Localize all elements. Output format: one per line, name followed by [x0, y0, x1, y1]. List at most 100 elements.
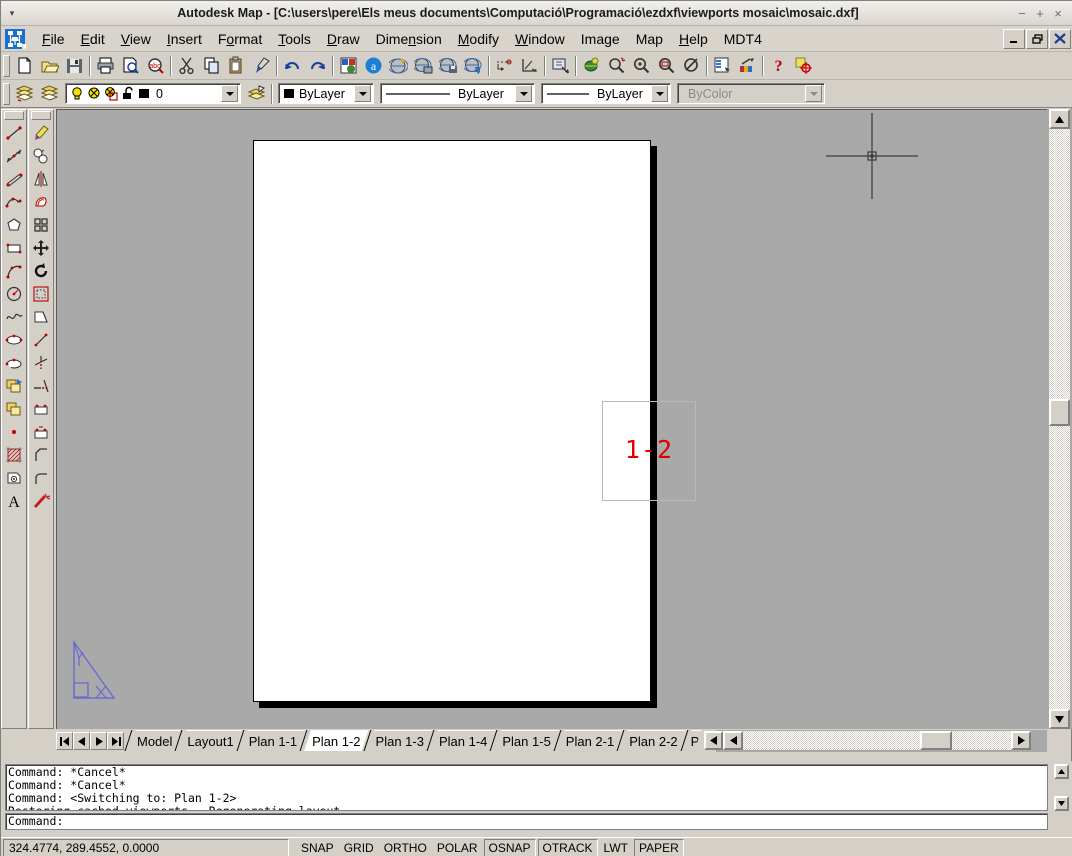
zoom-scale-icon[interactable]: [679, 53, 704, 78]
command-scroll-up-icon[interactable]: [1054, 764, 1069, 779]
circle-icon[interactable]: [3, 282, 26, 305]
mdi-close-button[interactable]: [1049, 28, 1071, 49]
status-toggle-otrack[interactable]: OTRACK: [537, 838, 598, 856]
match-properties-icon[interactable]: [249, 53, 274, 78]
multiline-text-icon[interactable]: A: [3, 489, 26, 512]
menu-item-edit[interactable]: Edit: [73, 29, 113, 49]
tab-plan-1-4[interactable]: Plan 1-4: [431, 730, 495, 751]
tab-plan-1-1[interactable]: Plan 1-1: [241, 730, 305, 751]
insert-block-icon[interactable]: [3, 374, 26, 397]
layer-combo-dropdown-button[interactable]: [221, 85, 238, 102]
modify-toolbar-grip[interactable]: [31, 111, 51, 120]
freeze-viewport-icon[interactable]: [104, 86, 118, 101]
menu-item-insert[interactable]: Insert: [159, 29, 210, 49]
tab-plan-2-2[interactable]: Plan 2-2: [621, 730, 685, 751]
menu-item-file[interactable]: File: [34, 29, 73, 49]
break-icon[interactable]: [30, 420, 53, 443]
arc-icon[interactable]: [3, 259, 26, 282]
menu-item-tools[interactable]: Tools: [270, 29, 319, 49]
erase-icon[interactable]: [30, 121, 53, 144]
render-icon[interactable]: [735, 53, 760, 78]
rotate-icon[interactable]: [30, 259, 53, 282]
window-menu-arrow-icon[interactable]: ▾: [1, 1, 23, 26]
last-layout-icon[interactable]: [107, 732, 124, 750]
application-logo-icon[interactable]: [4, 28, 28, 50]
spline-icon[interactable]: [3, 305, 26, 328]
unlock-icon[interactable]: [121, 86, 135, 101]
construction-line-icon[interactable]: [3, 144, 26, 167]
vertical-scroll-thumb[interactable]: [1049, 399, 1070, 426]
point-icon[interactable]: [3, 420, 26, 443]
tab-plan-2-1[interactable]: Plan 2-1: [558, 730, 622, 751]
paste-icon[interactable]: [224, 53, 249, 78]
window-maximize-button[interactable]: +: [1031, 6, 1049, 21]
explode-icon[interactable]: [30, 489, 53, 512]
fillet-icon[interactable]: [30, 466, 53, 489]
canvas-horizontal-scrollbar[interactable]: [715, 730, 1047, 752]
status-toggle-polar[interactable]: POLAR: [433, 839, 482, 856]
plotstyle-control-combo[interactable]: ByColor: [677, 83, 825, 104]
toolbar-grip[interactable]: [3, 82, 10, 105]
zoom-window-icon[interactable]: [629, 53, 654, 78]
layer-previous-icon[interactable]: [37, 81, 62, 106]
lightbulb-on-icon[interactable]: [70, 86, 84, 101]
scale-icon[interactable]: [30, 282, 53, 305]
command-history-vertical-scrollbar[interactable]: [1054, 764, 1069, 811]
cut-icon[interactable]: [174, 53, 199, 78]
break-at-point-icon[interactable]: [30, 397, 53, 420]
tab-plan-1-5[interactable]: Plan 1-5: [494, 730, 558, 751]
menu-item-map[interactable]: Map: [628, 29, 671, 49]
horizontal-scroll-thumb[interactable]: [920, 731, 952, 750]
tab-scroll-left-button[interactable]: [704, 731, 724, 750]
print-icon[interactable]: [93, 53, 118, 78]
distance-icon[interactable]: [492, 53, 517, 78]
region-icon[interactable]: [3, 466, 26, 489]
web-publish-icon[interactable]: [411, 53, 436, 78]
status-toggle-grid[interactable]: GRID: [340, 839, 378, 856]
trim-icon[interactable]: [30, 351, 53, 374]
web-hyperlink-icon[interactable]: [461, 53, 486, 78]
color-swatch-icon[interactable]: [138, 87, 151, 100]
menu-item-dimension[interactable]: Dimension: [368, 29, 450, 49]
menu-item-window[interactable]: Window: [507, 29, 573, 49]
status-toggle-paper[interactable]: PAPER: [633, 838, 684, 856]
extend-icon[interactable]: [30, 374, 53, 397]
toolbar-grip[interactable]: [3, 54, 10, 77]
linetype-combo-dropdown-button[interactable]: [515, 85, 532, 102]
find-replace-icon[interactable]: abc: [143, 53, 168, 78]
tab-model[interactable]: Model: [129, 730, 180, 751]
menu-item-help[interactable]: Help: [671, 29, 716, 49]
draw-toolbar-grip[interactable]: [4, 111, 24, 120]
lineweight-control-combo[interactable]: ByLayer: [541, 83, 671, 104]
tab-layout1[interactable]: Layout1: [179, 730, 241, 751]
web-browse-icon[interactable]: [386, 53, 411, 78]
layer-control-combo[interactable]: 0: [65, 83, 241, 104]
make-objects-layer-current-icon[interactable]: [244, 81, 269, 106]
line-icon[interactable]: [3, 121, 26, 144]
web-save-icon[interactable]: [436, 53, 461, 78]
status-toggle-snap[interactable]: SNAP: [297, 839, 338, 856]
polyline-icon[interactable]: [3, 190, 26, 213]
menu-item-draw[interactable]: Draw: [319, 29, 368, 49]
window-minimize-button[interactable]: −: [1013, 6, 1031, 21]
stretch-icon[interactable]: [30, 305, 53, 328]
array-icon[interactable]: [30, 213, 53, 236]
scroll-down-icon[interactable]: [1049, 709, 1070, 729]
zoom-realtime-icon[interactable]: [604, 53, 629, 78]
mdi-restore-button[interactable]: [1026, 28, 1048, 49]
drawing-canvas[interactable]: 1-2: [56, 109, 1047, 729]
pan-realtime-icon[interactable]: [579, 53, 604, 78]
copy-icon[interactable]: [199, 53, 224, 78]
offset-icon[interactable]: [30, 190, 53, 213]
autocad-design-center-icon[interactable]: a: [361, 53, 386, 78]
freeze-thaw-icon[interactable]: [87, 86, 101, 101]
named-views-icon[interactable]: [548, 53, 573, 78]
ellipse-icon[interactable]: [3, 328, 26, 351]
today-icon[interactable]: [791, 53, 816, 78]
previous-layout-icon[interactable]: [73, 732, 90, 750]
layout-viewport[interactable]: 1-2: [602, 401, 696, 501]
status-toggle-ortho[interactable]: ORTHO: [380, 839, 431, 856]
tab-plan-1-2[interactable]: Plan 1-2: [304, 730, 368, 751]
scroll-left-icon[interactable]: [723, 731, 743, 750]
move-icon[interactable]: [30, 236, 53, 259]
